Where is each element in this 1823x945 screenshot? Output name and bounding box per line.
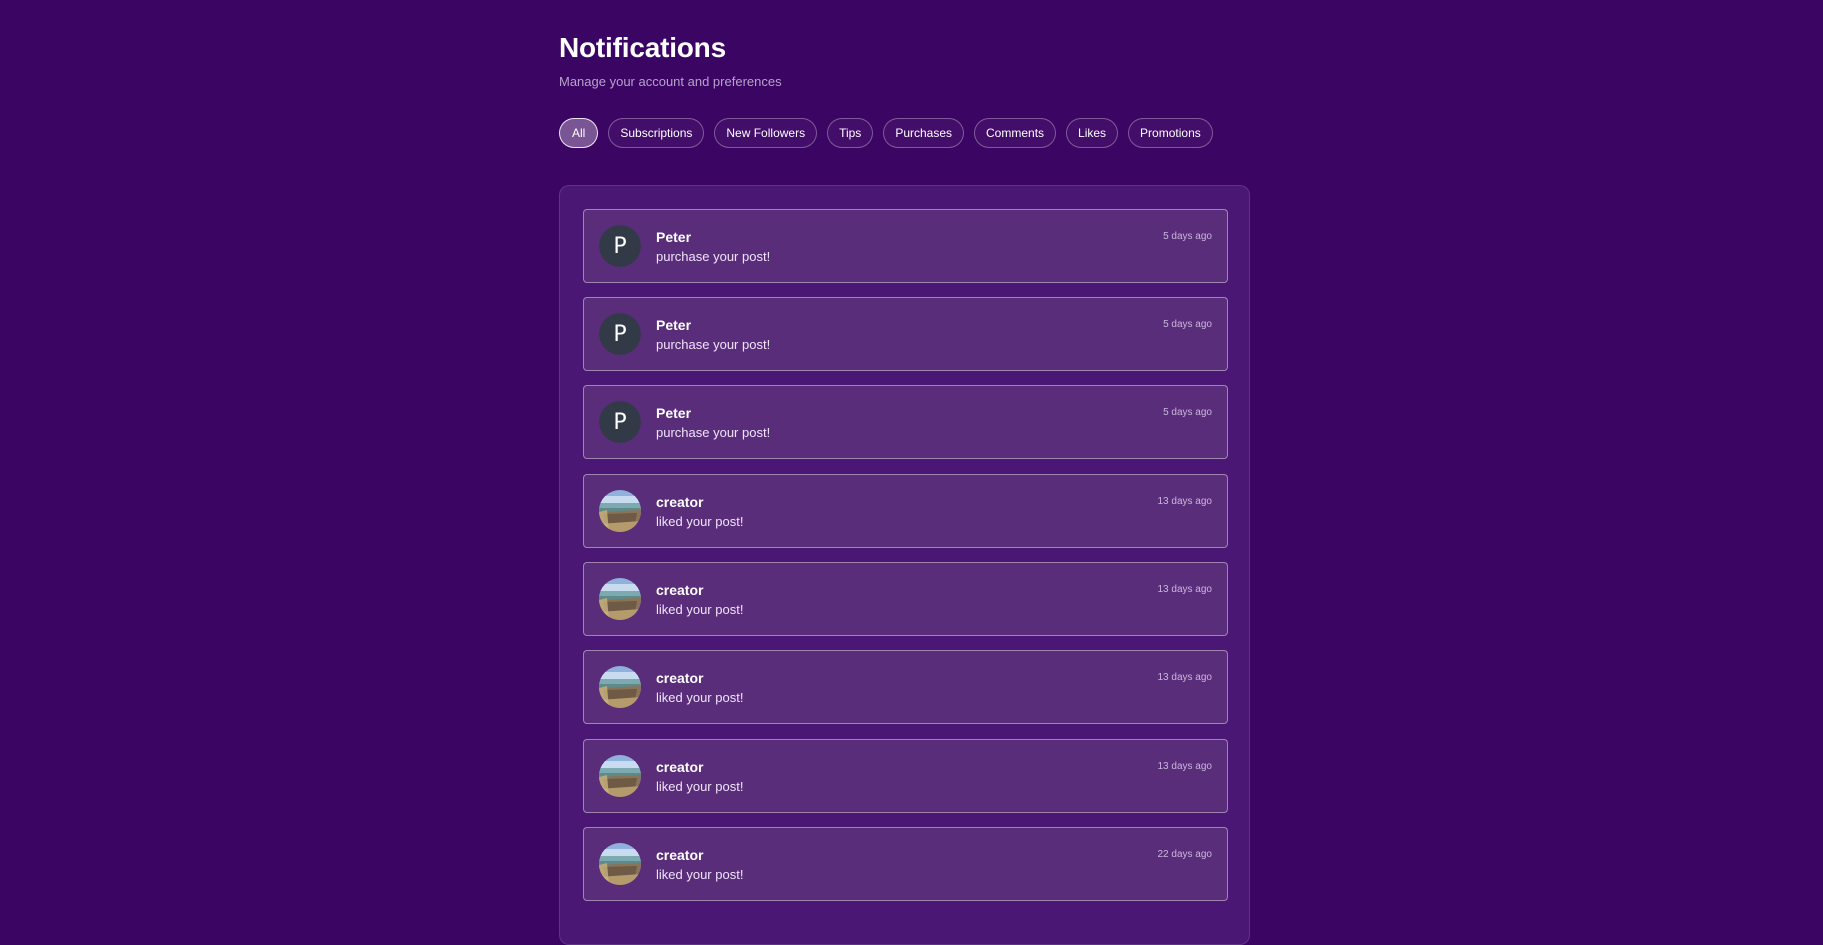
notification-sender[interactable]: creator: [656, 582, 703, 598]
notification-sender[interactable]: creator: [656, 494, 703, 510]
filter-promotions[interactable]: Promotions: [1128, 118, 1213, 148]
avatar[interactable]: P: [599, 401, 641, 443]
notification-message: liked your post!: [656, 779, 744, 794]
notification-item[interactable]: creator liked your post! 22 days ago: [583, 827, 1228, 901]
notification-message: liked your post!: [656, 514, 744, 529]
notification-time: 13 days ago: [1157, 761, 1213, 772]
notification-item[interactable]: creator liked your post! 13 days ago: [583, 474, 1228, 548]
avatar-initial: P: [599, 401, 641, 443]
filter-new-followers[interactable]: New Followers: [714, 118, 818, 148]
notification-time: 13 days ago: [1157, 672, 1213, 683]
notification-message: liked your post!: [656, 690, 744, 705]
notification-sender[interactable]: creator: [656, 759, 703, 775]
notification-list: P Peter purchase your post! 5 days ago P…: [559, 185, 1250, 945]
notification-time: 5 days ago: [1163, 319, 1212, 330]
avatar[interactable]: P: [599, 313, 641, 355]
notification-message: purchase your post!: [656, 249, 771, 264]
notification-message: purchase your post!: [656, 425, 771, 440]
notification-time: 5 days ago: [1163, 231, 1212, 242]
notification-item[interactable]: P Peter purchase your post! 5 days ago: [583, 385, 1228, 459]
notification-time: 22 days ago: [1157, 849, 1213, 860]
notification-sender[interactable]: Peter: [656, 405, 691, 421]
avatar[interactable]: [599, 843, 641, 885]
avatar[interactable]: [599, 578, 641, 620]
notification-time: 13 days ago: [1157, 584, 1213, 595]
avatar-photo: [599, 490, 641, 532]
filter-subscriptions[interactable]: Subscriptions: [608, 118, 705, 148]
notification-sender[interactable]: Peter: [656, 229, 691, 245]
notification-time: 13 days ago: [1157, 496, 1213, 507]
filter-all[interactable]: All: [559, 118, 599, 148]
avatar-photo: [599, 666, 641, 708]
page-subtitle: Manage your account and preferences: [559, 74, 782, 89]
avatar[interactable]: P: [599, 225, 641, 267]
filter-tips[interactable]: Tips: [827, 118, 874, 148]
avatar-photo: [599, 578, 641, 620]
notification-message: liked your post!: [656, 867, 744, 882]
notification-item[interactable]: creator liked your post! 13 days ago: [583, 739, 1228, 813]
avatar[interactable]: [599, 755, 641, 797]
notification-time: 5 days ago: [1163, 407, 1212, 418]
avatar[interactable]: [599, 490, 641, 532]
avatar-initial: P: [599, 313, 641, 355]
notification-sender[interactable]: creator: [656, 670, 703, 686]
filter-purchases[interactable]: Purchases: [883, 118, 965, 148]
notification-item[interactable]: P Peter purchase your post! 5 days ago: [583, 209, 1228, 283]
avatar-initial: P: [599, 225, 641, 267]
filter-comments[interactable]: Comments: [974, 118, 1057, 148]
avatar-photo: [599, 843, 641, 885]
notification-item[interactable]: creator liked your post! 13 days ago: [583, 562, 1228, 636]
notification-item[interactable]: creator liked your post! 13 days ago: [583, 650, 1228, 724]
notification-message: liked your post!: [656, 602, 744, 617]
notification-item[interactable]: P Peter purchase your post! 5 days ago: [583, 297, 1228, 371]
avatar-photo: [599, 755, 641, 797]
notification-message: purchase your post!: [656, 337, 771, 352]
notification-sender[interactable]: creator: [656, 847, 703, 863]
notification-sender[interactable]: Peter: [656, 317, 691, 333]
avatar[interactable]: [599, 666, 641, 708]
filter-tabs: All Subscriptions New Followers Tips Pur…: [559, 118, 1213, 148]
filter-likes[interactable]: Likes: [1066, 118, 1119, 148]
page-title: Notifications: [559, 32, 726, 63]
